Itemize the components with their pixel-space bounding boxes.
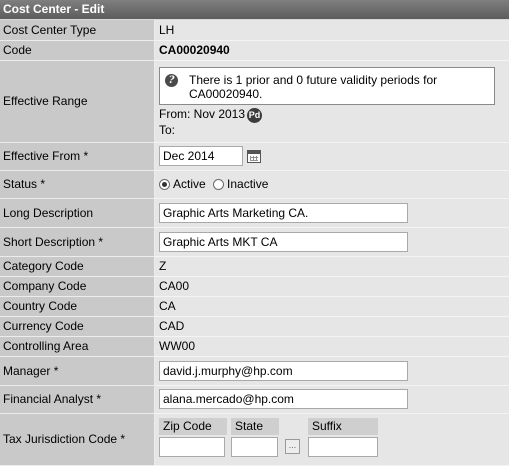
long-description-value — [155, 198, 509, 227]
status-active-radio[interactable] — [159, 179, 170, 190]
tax-jurisdiction-label: Tax Jurisdiction Code * — [0, 413, 155, 465]
tax-lookup-button[interactable]: ... — [285, 439, 300, 454]
cost-center-type-value: LH — [155, 20, 509, 40]
zip-code-header: Zip Code — [159, 418, 227, 435]
currency-code-label: Currency Code — [0, 316, 155, 336]
range-to-text: To: — [159, 123, 509, 137]
controlling-area-label: Controlling Area — [0, 336, 155, 356]
range-from-row: From: Nov 2013Pd — [159, 107, 509, 122]
row-status: Status * Active Inactive — [0, 170, 509, 198]
manager-label: Manager * — [0, 356, 155, 385]
effective-from-input[interactable] — [159, 146, 243, 166]
tax-jurisdiction-value: Zip Code State ... Suffix — [155, 413, 509, 465]
effective-range-value: ? There is 1 prior and 0 future validity… — [155, 60, 509, 142]
row-company-code: Company Code CA00 — [0, 276, 509, 296]
range-lines: From: Nov 2013Pd To: — [159, 107, 509, 138]
validity-info-line-1: There is 1 prior and 0 future validity p… — [189, 73, 489, 87]
row-tax-jurisdiction: Tax Jurisdiction Code * Zip Code State .… — [0, 413, 509, 465]
row-category-code: Category Code Z — [0, 256, 509, 276]
code-label: Code — [0, 40, 155, 60]
country-code-label: Country Code — [0, 296, 155, 316]
zip-code-column: Zip Code — [159, 418, 227, 457]
row-cost-center-type: Cost Center Type LH — [0, 20, 509, 40]
status-active-label[interactable]: Active — [173, 177, 206, 191]
cost-center-form: Cost Center Type LH Code CA00020940 Effe… — [0, 20, 509, 466]
state-header: State — [231, 418, 279, 435]
short-description-input[interactable] — [159, 232, 408, 252]
cost-center-edit-panel: Cost Center - Edit Cost Center Type LH C… — [0, 0, 509, 463]
financial-analyst-label: Financial Analyst * — [0, 385, 155, 413]
category-code-label: Category Code — [0, 256, 155, 276]
row-manager: Manager * — [0, 356, 509, 385]
manager-value — [155, 356, 509, 385]
status-value: Active Inactive — [155, 170, 509, 198]
range-from-text: From: Nov 2013 — [159, 107, 245, 121]
long-description-label: Long Description — [0, 198, 155, 227]
state-column: State — [231, 418, 279, 457]
company-code-label: Company Code — [0, 276, 155, 296]
long-description-input[interactable] — [159, 203, 408, 223]
suffix-column: Suffix — [308, 418, 378, 457]
row-country-code: Country Code CA — [0, 296, 509, 316]
validity-info-text: There is 1 prior and 0 future validity p… — [189, 73, 489, 101]
country-code-value: CA — [155, 296, 509, 316]
row-currency-code: Currency Code CAD — [0, 316, 509, 336]
suffix-input[interactable] — [308, 437, 378, 457]
row-effective-from: Effective From * — [0, 142, 509, 170]
effective-from-value — [155, 142, 509, 170]
row-code: Code CA00020940 — [0, 40, 509, 60]
row-controlling-area: Controlling Area WW00 — [0, 336, 509, 356]
company-code-value: CA00 — [155, 276, 509, 296]
controlling-area-value: WW00 — [155, 336, 509, 356]
currency-code-value: CAD — [155, 316, 509, 336]
short-description-label: Short Description * — [0, 227, 155, 256]
question-icon: ? — [165, 74, 178, 87]
prior-periods-icon[interactable]: Pd — [247, 108, 262, 123]
tax-jurisdiction-group: Zip Code State ... Suffix — [159, 416, 509, 462]
zip-code-input[interactable] — [159, 437, 225, 457]
cost-center-type-label: Cost Center Type — [0, 20, 155, 40]
financial-analyst-value — [155, 385, 509, 413]
short-description-value — [155, 227, 509, 256]
state-input[interactable] — [231, 437, 278, 457]
validity-info-box: ? There is 1 prior and 0 future validity… — [159, 67, 495, 105]
suffix-header: Suffix — [308, 418, 378, 435]
row-effective-range: Effective Range ? There is 1 prior and 0… — [0, 60, 509, 142]
row-short-description: Short Description * — [0, 227, 509, 256]
status-label: Status * — [0, 170, 155, 198]
effective-range-label: Effective Range — [0, 60, 155, 142]
status-inactive-label[interactable]: Inactive — [227, 177, 268, 191]
validity-info-line-2: CA00020940. — [189, 87, 489, 101]
row-long-description: Long Description — [0, 198, 509, 227]
effective-from-label: Effective From * — [0, 142, 155, 170]
financial-analyst-input[interactable] — [159, 389, 408, 409]
code-value: CA00020940 — [155, 40, 509, 60]
category-code-value: Z — [155, 256, 509, 276]
status-inactive-radio[interactable] — [213, 179, 224, 190]
manager-input[interactable] — [159, 361, 408, 381]
row-financial-analyst: Financial Analyst * — [0, 385, 509, 413]
calendar-icon[interactable] — [247, 150, 261, 163]
panel-title: Cost Center - Edit — [0, 0, 509, 20]
